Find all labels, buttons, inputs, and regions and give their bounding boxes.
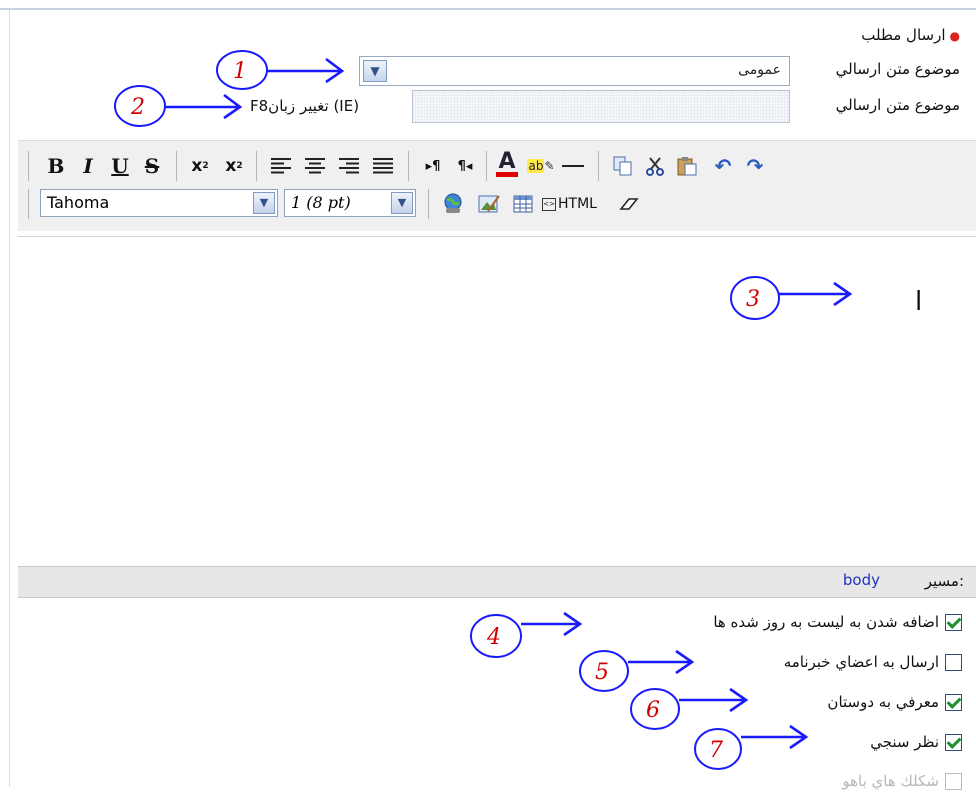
underline-icon[interactable]: U <box>106 151 134 181</box>
annotation-7: 7 <box>692 720 832 780</box>
title-input[interactable] <box>412 90 790 123</box>
italic-icon[interactable]: I <box>74 151 102 181</box>
chevron-down-icon[interactable]: ▼ <box>391 192 413 214</box>
subject-label: موضوع متن ارسالي <box>835 60 960 78</box>
editor-toolbar: B I U S x2 x2 ▸¶ ¶◂ A ab ✎ ↶ ↷ Tahoma ▼ … <box>18 140 976 231</box>
option-yahoo-smileys[interactable]: شكلك هاي باهو <box>842 768 962 794</box>
option-updated-list[interactable]: اضافه شدن به ليست به روز شده ها <box>713 609 962 635</box>
annotation-number: 5 <box>595 660 609 685</box>
insert-image-icon[interactable] <box>474 189 504 219</box>
paste-icon[interactable] <box>672 151 702 181</box>
redo-icon[interactable]: ↷ <box>740 151 770 181</box>
strikethrough-icon[interactable]: S <box>138 151 166 181</box>
html-mode-icon: <> <box>542 197 556 211</box>
chevron-down-icon[interactable]: ▼ <box>253 192 275 214</box>
annotation-number: 2 <box>130 95 145 120</box>
rtl-icon[interactable]: ¶◂ <box>450 151 480 181</box>
editor-content: ا <box>915 287 923 317</box>
checkbox[interactable] <box>945 613 962 631</box>
align-center-icon[interactable] <box>300 151 330 181</box>
top-divider <box>0 8 976 10</box>
cut-icon[interactable] <box>640 151 670 181</box>
bold-icon[interactable]: B <box>42 151 70 181</box>
align-left-icon[interactable] <box>266 151 296 181</box>
copy-icon[interactable] <box>608 151 638 181</box>
checkbox[interactable] <box>945 653 962 671</box>
annotation-number: 7 <box>709 738 723 763</box>
option-label: ارسال به اعضاي خبرنامه <box>783 653 939 671</box>
option-newsletter[interactable]: ارسال به اعضاي خبرنامه <box>784 649 962 675</box>
font-size-select[interactable]: 1 (8 pt) ▼ <box>284 189 416 217</box>
checkbox[interactable] <box>945 733 962 751</box>
path-label: مسير: <box>924 572 964 590</box>
left-divider <box>9 10 10 787</box>
eraser-icon[interactable] <box>614 189 644 219</box>
annotation-2: 2 <box>112 82 252 142</box>
subscript-icon[interactable]: x2 <box>186 151 214 181</box>
superscript-icon[interactable]: x2 <box>220 151 248 181</box>
insert-table-icon[interactable] <box>508 189 538 219</box>
align-justify-icon[interactable] <box>368 151 398 181</box>
font-name-select[interactable]: Tahoma ▼ <box>40 189 278 217</box>
red-bullet-icon: ● <box>949 29 960 43</box>
option-label: شكلك هاي باهو <box>842 772 939 790</box>
section-header: ●ارسال مطلب <box>861 26 960 44</box>
text-color-icon[interactable]: A <box>492 149 522 179</box>
toolbar-row-2: Tahoma ▼ 1 (8 pt) ▼ <> HTML <box>18 187 976 229</box>
align-right-icon[interactable] <box>334 151 364 181</box>
insert-link-icon[interactable] <box>438 189 468 219</box>
annotation-number: 6 <box>646 698 660 723</box>
toolbar-row-1: B I U S x2 x2 ▸¶ ¶◂ A ab ✎ ↶ ↷ <box>18 145 976 187</box>
section-title: ارسال مطلب <box>861 26 946 44</box>
font-size-value: 1 (8 pt) <box>291 193 351 212</box>
category-select[interactable]: عمومی ▼ <box>359 56 790 86</box>
highlight-icon[interactable]: ab ✎ <box>526 151 556 181</box>
html-mode-label: HTML <box>558 196 597 212</box>
option-label: اضافه شدن به ليست به روز شده ها <box>713 613 939 631</box>
chevron-down-icon[interactable]: ▼ <box>363 60 387 82</box>
option-poll[interactable]: نظر سنجي <box>870 729 962 755</box>
category-value: عمومی <box>738 62 781 78</box>
ltr-icon[interactable]: ▸¶ <box>418 151 448 181</box>
undo-icon[interactable]: ↶ <box>708 151 738 181</box>
annotation-3: 3 <box>728 274 868 334</box>
option-label: نظر سنجي <box>870 733 939 751</box>
option-label: معرفي به دوستان <box>827 693 939 711</box>
horizontal-rule-icon[interactable] <box>558 151 588 181</box>
font-name-value: Tahoma <box>47 193 110 212</box>
html-mode-button[interactable]: <> HTML <box>542 189 622 219</box>
annotation-number: 3 <box>746 287 760 312</box>
path-bar: مسير: body <box>18 566 976 598</box>
title-label: موضوع متن ارسالي <box>835 96 960 114</box>
annotation-number: 1 <box>233 59 247 84</box>
path-value[interactable]: body <box>843 571 880 589</box>
annotation-number: 4 <box>486 625 501 650</box>
checkbox[interactable] <box>945 693 962 711</box>
option-recommend-friends[interactable]: معرفي به دوستان <box>827 689 962 715</box>
